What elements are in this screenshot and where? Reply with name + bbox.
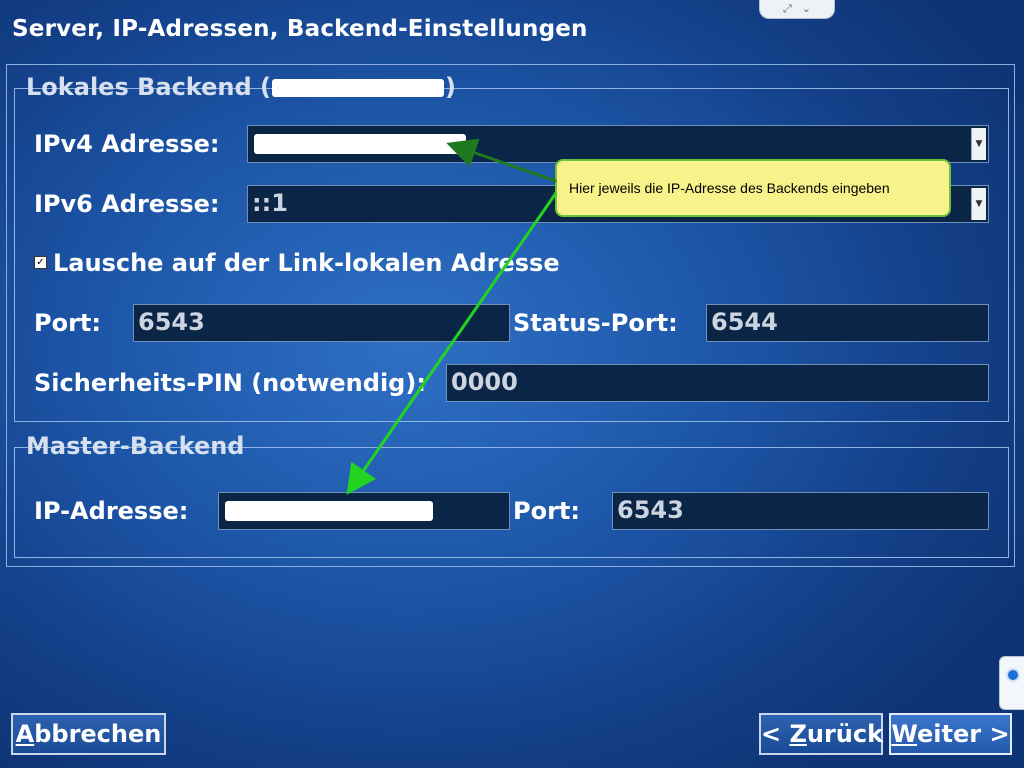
master-port-input[interactable]: 6543 [612,492,989,530]
chevron-down-icon[interactable]: ⌄ [802,3,811,15]
master-ip-label: IP-Adresse: [34,497,189,525]
port-input[interactable]: 6543 [133,304,510,342]
redacted-master-ip [225,501,433,521]
redacted-ipv4 [254,134,466,154]
window-title: Server, IP-Adressen, Backend-Einstellung… [12,16,588,42]
status-port-label: Status-Port: [513,309,678,337]
master-ip-input[interactable] [218,492,510,530]
cancel-label: bbrechen [34,720,162,748]
master-backend-legend: Master-Backend [26,432,245,460]
teamviewer-tab[interactable] [999,656,1024,710]
annotation-tooltip: Hier jeweils die IP-Adresse des Backends… [555,159,951,217]
next-label: eiter > [917,720,1010,748]
master-port-label: Port: [513,497,580,525]
remote-control-handle[interactable]: ⤢ ⌄ [759,0,835,19]
cancel-button[interactable]: Abbrechen [11,713,166,755]
local-backend-legend: Lokales Backend () [23,72,459,102]
dropdown-arrow-icon[interactable]: ▼ [971,188,986,220]
redacted-hostname [271,79,444,97]
security-pin-label: Sicherheits-PIN (notwendig): [34,369,426,397]
ipv6-value: ::1 [252,189,288,217]
expand-icon[interactable]: ⤢ [783,3,792,15]
back-button[interactable]: < Zurück [759,713,883,755]
back-prefix: < [761,720,790,748]
local-backend-legend-suffix: ) [444,73,456,101]
link-local-checkbox-label[interactable]: Lausche auf der Link-lokalen Adresse [53,248,560,278]
cancel-mnemonic: A [15,720,35,748]
dropdown-arrow-icon[interactable]: ▼ [971,128,986,160]
teamviewer-icon [1006,668,1020,682]
ipv4-combobox[interactable]: ▼ [247,125,989,163]
next-mnemonic: W [891,720,918,748]
port-label: Port: [34,309,101,337]
back-label: urück [806,720,884,748]
local-backend-legend-prefix: Lokales Backend ( [26,73,271,101]
link-local-checkbox[interactable]: ✓ [34,256,47,269]
status-port-input[interactable]: 6544 [706,304,989,342]
checkmark-icon: ✓ [36,257,45,268]
ipv6-label: IPv6 Adresse: [34,190,220,218]
security-pin-input[interactable]: 0000 [446,364,989,402]
back-mnemonic: Z [789,720,807,748]
ipv4-label: IPv4 Adresse: [34,130,220,158]
next-button[interactable]: Weiter > [889,713,1012,755]
